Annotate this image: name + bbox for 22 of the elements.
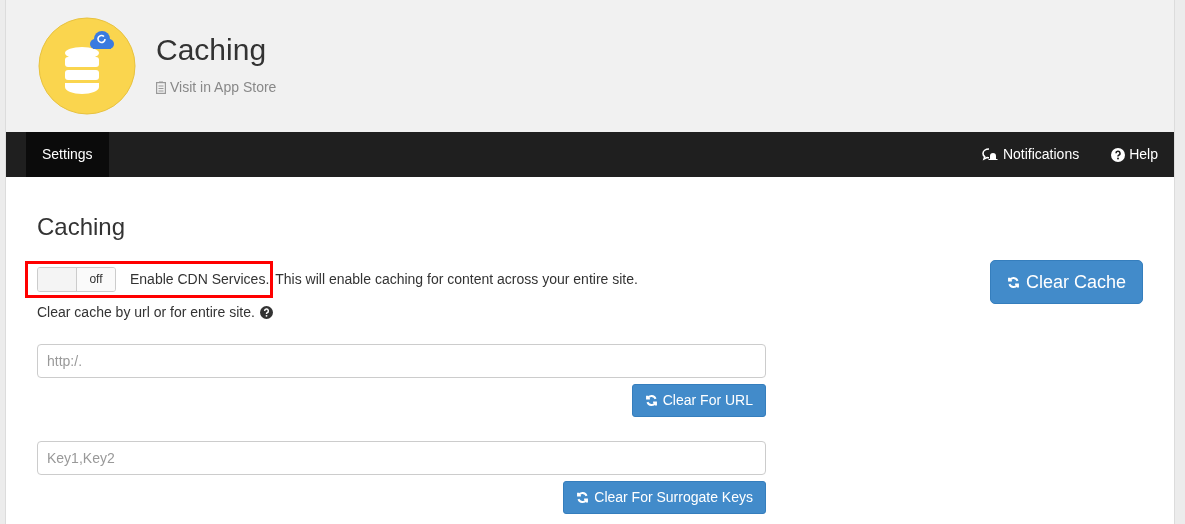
refresh-icon xyxy=(576,491,590,504)
help-icon xyxy=(1111,147,1126,162)
clipboard-icon xyxy=(156,80,166,94)
chat-bell-icon xyxy=(981,147,999,162)
help-link[interactable]: Help xyxy=(1111,144,1158,165)
notifications-link[interactable]: Notifications xyxy=(981,144,1080,165)
clear-button[interactable]: Clear For URL xyxy=(631,384,766,417)
cdn-toggle[interactable]: off xyxy=(37,267,116,292)
database-cloud-icon xyxy=(38,17,136,115)
cdn-description: This will enable caching for content across your entire site. xyxy=(275,270,638,289)
hint-text: Clear cache by url or for entire site. xyxy=(37,303,255,322)
section-title: Caching xyxy=(37,215,127,239)
clear-cache-button[interactable]: Clear Cache xyxy=(989,260,1143,304)
nav-tab[interactable]: Settings xyxy=(26,132,109,177)
input-field[interactable]: Key1,Key2 xyxy=(37,441,766,475)
clear-button[interactable]: Clear For Surrogate Keys xyxy=(563,481,766,514)
cdn-label: Enable CDN Services. xyxy=(130,270,270,289)
refresh-icon xyxy=(1006,275,1020,289)
help-icon xyxy=(259,306,273,319)
input-field[interactable]: http:/. xyxy=(37,344,766,378)
app-title: Caching xyxy=(156,34,268,65)
refresh-icon xyxy=(644,394,658,407)
